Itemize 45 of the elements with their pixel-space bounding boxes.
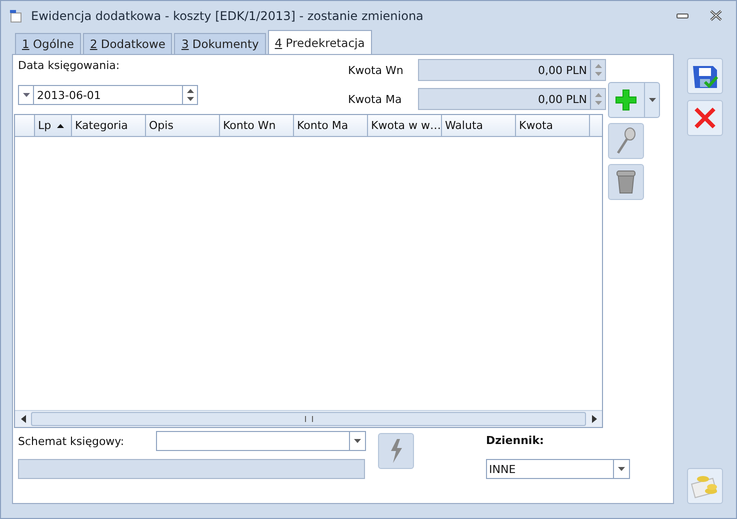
field-label: Data księgowania: xyxy=(18,59,121,73)
delete-button[interactable] xyxy=(608,164,644,200)
coins-icon xyxy=(691,473,719,499)
column-header[interactable]: Opis xyxy=(146,115,220,136)
tab[interactable]: 2 Dodatkowe xyxy=(82,33,172,54)
column-header[interactable]: Kwota w w… xyxy=(368,115,442,136)
caret-down-icon[interactable] xyxy=(648,98,656,102)
edit-button[interactable] xyxy=(608,123,644,159)
cancel-button[interactable] xyxy=(687,100,723,136)
tab[interactable]: 1 Ogólne xyxy=(15,33,81,54)
caret-down-icon[interactable] xyxy=(354,439,361,443)
date-field[interactable]: 2013-06-01 xyxy=(18,85,198,105)
column-header[interactable]: Kategoria xyxy=(72,115,146,136)
lightning-icon xyxy=(389,438,403,464)
field-label: Dziennik: xyxy=(486,434,545,447)
window-title: Ewidencja dodatkowa - koszty [EDK/1/2013] - zostanie zmieniona xyxy=(31,8,424,22)
field-label: Kwota Wn xyxy=(348,64,404,76)
amount-field[interactable]: 0,00 PLN xyxy=(418,88,606,110)
field-label: Kwota Ma xyxy=(348,92,403,106)
field-label: Schemat księgowy: xyxy=(18,434,126,448)
minimize-icon[interactable] xyxy=(676,12,690,20)
column-header[interactable]: Lp xyxy=(35,115,72,136)
sort-ascending-icon xyxy=(57,124,64,128)
caret-down-icon[interactable] xyxy=(22,93,30,97)
app-icon xyxy=(9,8,23,22)
trash-bin-icon xyxy=(616,169,636,195)
column-header[interactable]: Konto Wn xyxy=(220,115,294,136)
cross-icon xyxy=(693,106,717,130)
amount-field[interactable]: 0,00 PLN xyxy=(418,59,606,81)
tab[interactable]: 3 Dokumenty xyxy=(174,33,266,54)
column-header[interactable]: Waluta xyxy=(442,115,516,136)
column-header[interactable]: Kwota xyxy=(516,115,590,136)
column-header[interactable]: Konto Ma xyxy=(294,115,368,136)
journal-dropdown[interactable]: INNE xyxy=(486,459,630,479)
scroll-left-icon[interactable] xyxy=(20,415,26,423)
magnifier-icon xyxy=(615,127,637,155)
scroll-right-icon[interactable] xyxy=(592,415,596,423)
plus-icon xyxy=(615,89,637,111)
save-button[interactable] xyxy=(687,58,723,94)
spinner-arrows-icon[interactable] xyxy=(186,89,194,101)
caret-down-icon[interactable] xyxy=(618,467,625,471)
generate-button[interactable] xyxy=(378,433,414,469)
horizontal-scrollbar[interactable] xyxy=(15,410,602,427)
close-icon[interactable] xyxy=(710,10,722,21)
tab[interactable]: 4 Predekretacja xyxy=(268,30,372,54)
